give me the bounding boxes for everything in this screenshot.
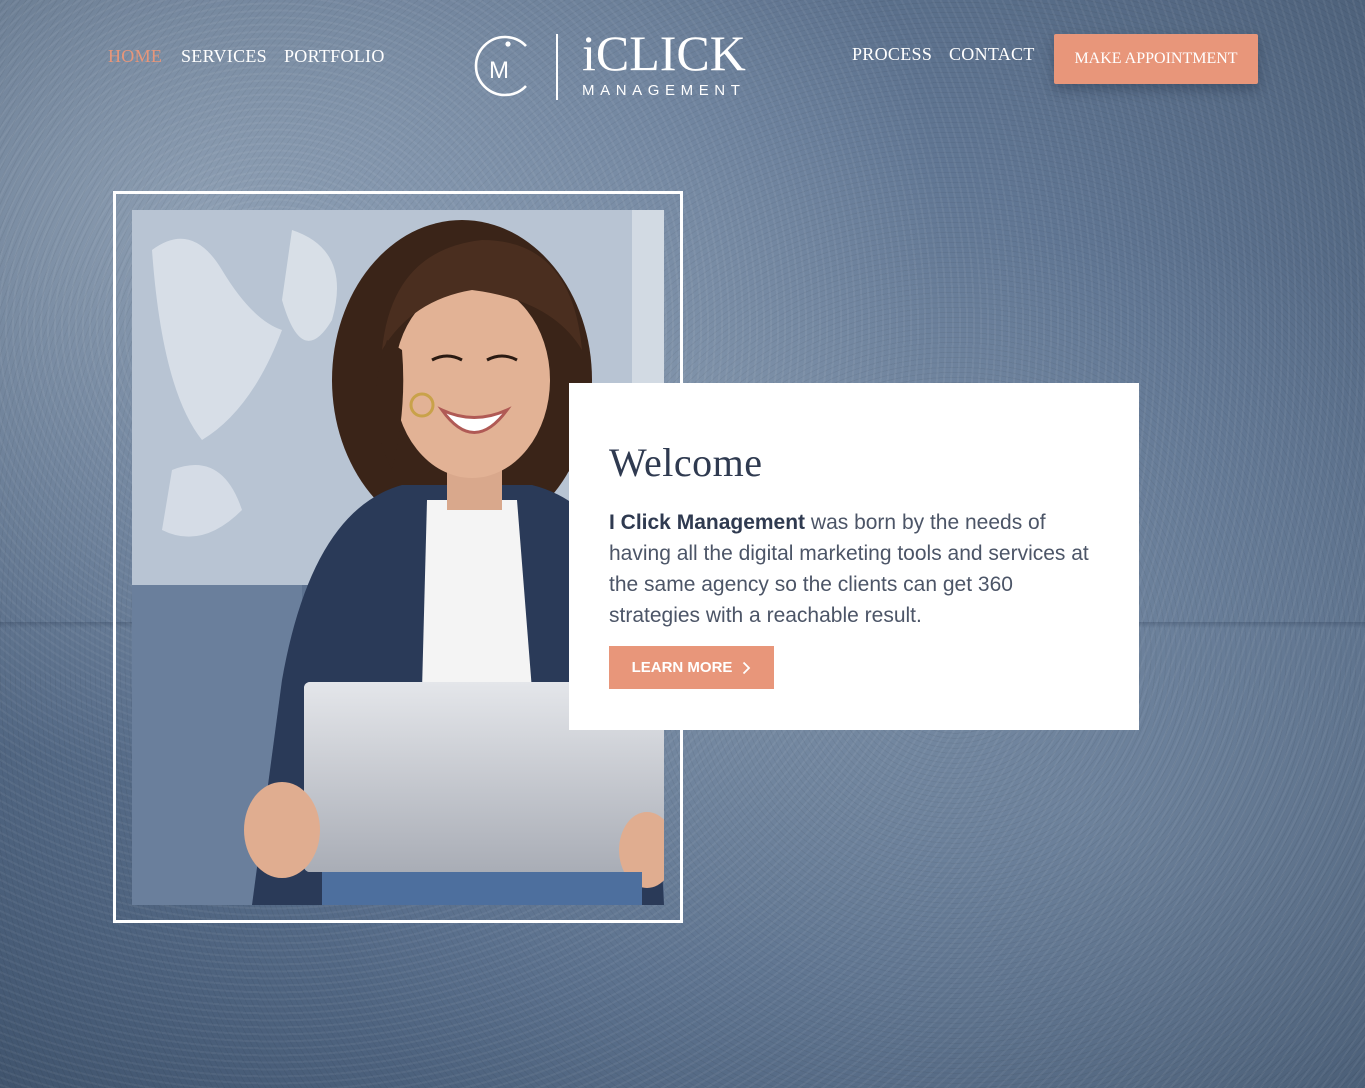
welcome-title: Welcome bbox=[609, 440, 763, 485]
welcome-company-name: I Click Management bbox=[609, 511, 806, 534]
make-appointment-button[interactable]: MAKE APPOINTMENT bbox=[1054, 34, 1258, 84]
learn-more-button[interactable]: LEARN MORE bbox=[609, 646, 774, 689]
nav-home[interactable]: HOME bbox=[108, 46, 162, 67]
welcome-text: I Click Management was born by the needs… bbox=[609, 507, 1099, 631]
logo-divider bbox=[556, 34, 558, 100]
logo-subtitle: MANAGEMENT bbox=[582, 82, 746, 99]
logo-wordmark: iCLICK bbox=[582, 25, 746, 81]
welcome-card: Welcome I Click Management was born by t… bbox=[569, 383, 1139, 730]
learn-more-label: LEARN MORE bbox=[631, 659, 733, 676]
logo-monogram-icon: M bbox=[474, 35, 527, 97]
nav-contact[interactable]: CONTACT bbox=[949, 44, 1035, 65]
nav-portfolio[interactable]: PORTFOLIO bbox=[284, 46, 385, 67]
nav-process[interactable]: PROCESS bbox=[852, 44, 932, 65]
nav-services[interactable]: SERVICES bbox=[181, 46, 267, 67]
site-logo[interactable]: M iCLICK MANAGEMENT bbox=[474, 25, 766, 104]
svg-text:M: M bbox=[489, 57, 509, 84]
chevron-right-icon bbox=[743, 661, 751, 674]
